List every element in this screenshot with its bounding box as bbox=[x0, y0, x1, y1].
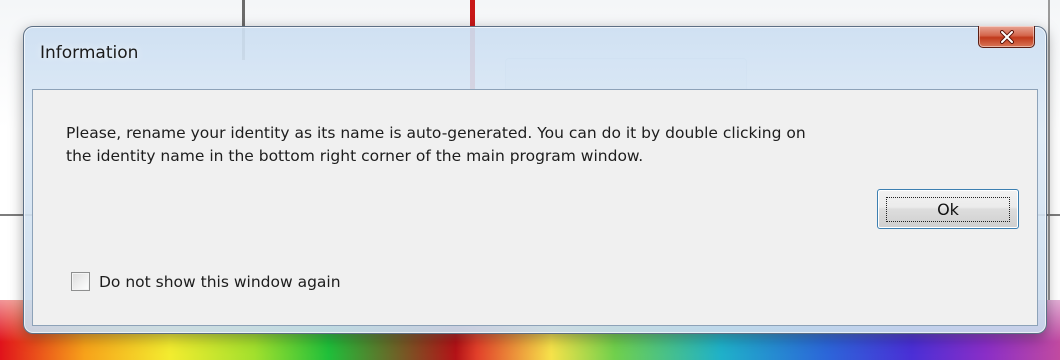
dialog-title: Information bbox=[40, 43, 139, 63]
dialog-body: Please, rename your identity as its name… bbox=[32, 89, 1038, 326]
ok-button[interactable]: Ok bbox=[877, 189, 1019, 229]
close-icon bbox=[999, 29, 1014, 44]
do-not-show-again-option[interactable]: Do not show this window again bbox=[71, 272, 341, 291]
ok-button-label: Ok bbox=[886, 196, 1010, 222]
dialog-message: Please, rename your identity as its name… bbox=[66, 122, 1006, 168]
do-not-show-again-checkbox[interactable] bbox=[71, 272, 90, 291]
dialog-message-line-2: the identity name in the bottom right co… bbox=[66, 147, 644, 165]
dialog-message-line-1: Please, rename your identity as its name… bbox=[66, 124, 806, 142]
close-button[interactable] bbox=[978, 26, 1035, 48]
information-dialog: Information Please, rename your identity… bbox=[23, 26, 1047, 334]
do-not-show-again-label[interactable]: Do not show this window again bbox=[99, 273, 341, 291]
